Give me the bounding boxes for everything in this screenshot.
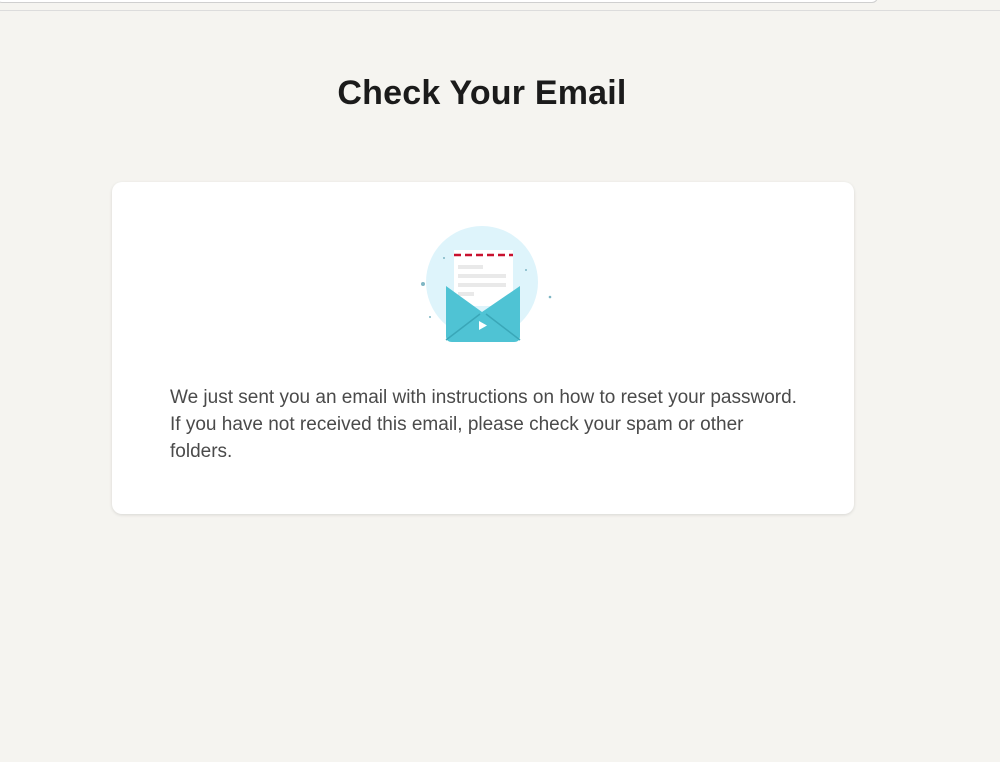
open-envelope-with-letter-icon xyxy=(421,226,552,342)
confirmation-card: We just sent you an email with instructi… xyxy=(112,182,854,514)
address-bar[interactable] xyxy=(0,0,878,3)
browser-top-strip xyxy=(0,0,1000,11)
reset-instructions-message: We just sent you an email with instructi… xyxy=(170,387,797,462)
page-title: Check Your Email xyxy=(337,74,627,112)
